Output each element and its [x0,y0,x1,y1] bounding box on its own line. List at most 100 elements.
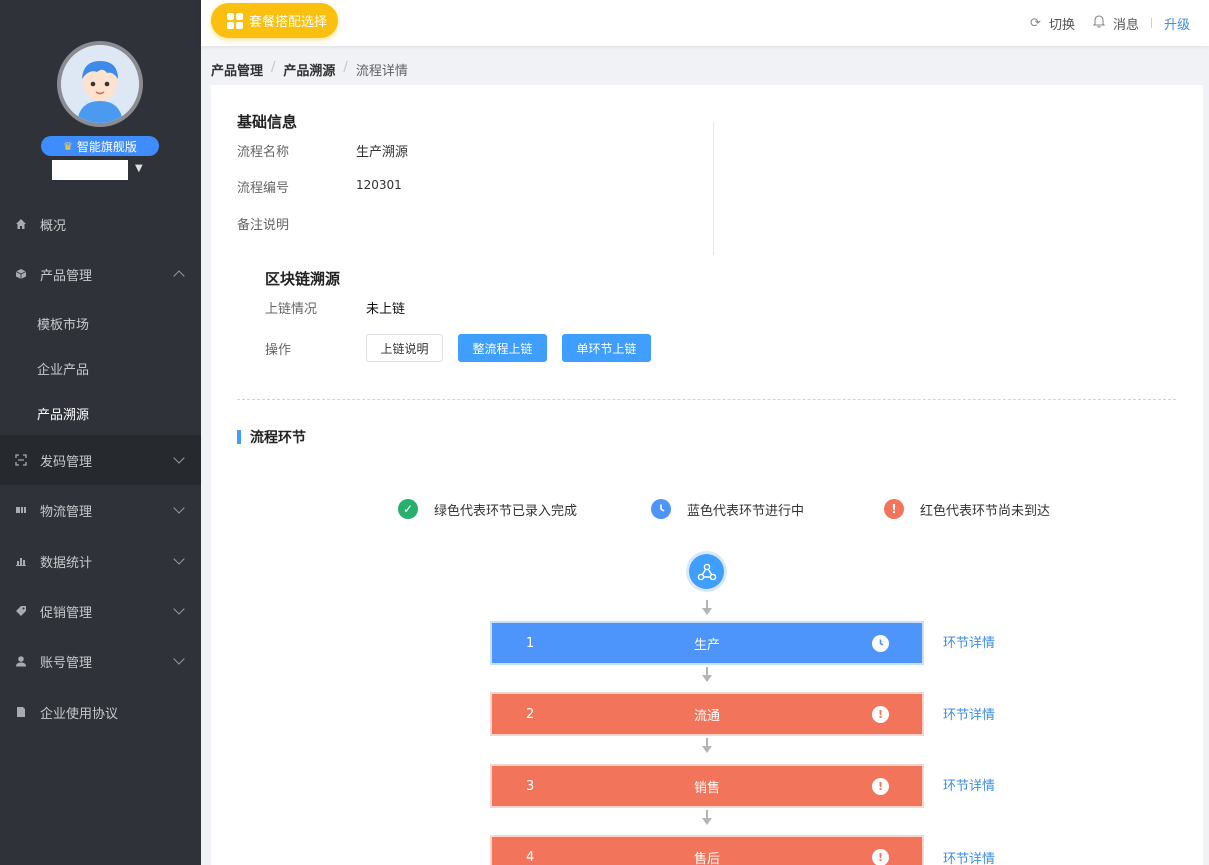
menu-item-code-management[interactable]: 发码管理 [0,435,201,485]
step-name: 生产 [693,637,720,653]
flow-start-icon [689,554,724,589]
sidebar: ♛ 智能旗舰版 ▼ 概况 产品管理 模板市场 企业产品 产品溯源 发码管理 物流… [0,0,201,865]
top-bar: 套餐搭配选择 ⟳ 切换 消息 升级 [201,0,1209,46]
menu-item-promotion[interactable]: 促销管理 [0,586,201,636]
home-icon [15,218,27,230]
arrow-down-icon [702,738,712,754]
breadcrumb-separator: / [271,60,276,75]
document-icon [15,706,27,718]
legend-done-text: 绿色代表环节已录入完成 [434,503,578,519]
menu-item-overview[interactable]: 概况 [0,199,201,249]
chain-status-label: 上链情况 [265,302,318,317]
truck-icon [15,504,27,516]
box-icon [15,268,27,280]
arrow-down-icon [702,810,712,826]
menu-label: 概况 [40,218,67,234]
step-2-details-link[interactable]: 环节详情 [943,704,995,723]
package-select-button[interactable]: 套餐搭配选择 [211,3,338,38]
chevron-down-icon [173,653,185,665]
breadcrumb-product-management[interactable]: 产品管理 [211,60,263,79]
menu-item-statistics[interactable]: 数据统计 [0,536,201,586]
refresh-icon[interactable]: ⟳ [1030,16,1041,31]
menu-item-logistics[interactable]: 物流管理 [0,485,201,535]
exclamation-icon: ! [872,849,889,865]
legend-in-progress-text: 蓝色代表环节进行中 [687,503,805,519]
legend-done: ✓ 绿色代表环节已录入完成 [398,499,577,519]
clock-icon [651,499,671,519]
breadcrumb-product-traceability[interactable]: 产品溯源 [283,60,335,79]
chain-status-value: 未上链 [366,302,406,317]
legend-in-progress: 蓝色代表环节进行中 [651,499,804,519]
edition-label: 智能旗舰版 [76,139,137,154]
flow-name-value: 生产溯源 [356,145,409,160]
legend-not-reached: ! 红色代表环节尚未到达 [884,499,1050,519]
arrow-down-icon [702,600,712,616]
submenu-label: 模板市场 [37,318,90,333]
submenu-product-traceability[interactable]: 产品溯源 [0,391,201,436]
exclamation-icon: ! [872,706,889,723]
scan-icon [15,454,27,466]
submenu-enterprise-products[interactable]: 企业产品 [0,346,201,391]
flow-step-4[interactable]: 4 售后 ! [492,837,922,865]
bell-icon[interactable] [1092,14,1106,32]
menu-item-account[interactable]: 账号管理 [0,636,201,686]
top-actions: ⟳ 切换 消息 升级 [1030,0,1190,46]
username-box[interactable] [52,160,128,180]
flow-step-1[interactable]: 1 生产 [492,623,922,663]
messages-link[interactable]: 消息 [1113,14,1139,33]
crown-icon: ♛ [63,139,73,153]
caret-down-icon[interactable]: ▼ [135,163,143,174]
flow-name-label: 流程名称 [237,145,290,160]
step-4-details-link[interactable]: 环节详情 [943,848,995,865]
blockchain-title: 区块链溯源 [265,270,341,288]
upgrade-link[interactable]: 升级 [1164,14,1190,33]
menu-label: 企业使用协议 [40,706,119,722]
package-button-label: 套餐搭配选择 [249,15,328,30]
chain-single-step-button[interactable]: 单环节上链 [562,334,651,362]
chain-instructions-button[interactable]: 上链说明 [366,334,443,362]
avatar[interactable] [57,41,143,127]
chevron-down-icon [173,452,185,464]
legend-not-reached-text: 红色代表环节尚未到达 [920,503,1051,519]
chart-icon [15,555,27,567]
menu-label: 产品管理 [40,268,93,284]
menu-label: 物流管理 [40,504,93,520]
flow-code-label: 流程编号 [237,181,290,196]
step-3-details-link[interactable]: 环节详情 [943,775,995,794]
submenu-template-market[interactable]: 模板市场 [0,301,201,346]
chevron-down-icon [173,553,185,565]
section-divider [237,399,1176,400]
divider [713,122,714,255]
submenu-label: 产品溯源 [37,408,90,423]
step-name: 售后 [693,851,720,865]
switch-link[interactable]: 切换 [1049,14,1075,33]
menu-label: 账号管理 [40,655,93,671]
avatar-illustration-icon [61,45,139,123]
submenu-label: 企业产品 [37,363,90,378]
menu-label: 数据统计 [40,555,93,571]
exclamation-icon: ! [872,778,889,795]
menu-item-product-management[interactable]: 产品管理 [0,249,201,299]
exclamation-icon: ! [884,499,904,519]
grid-icon [227,12,243,29]
divider [1150,18,1152,28]
menu-item-agreement[interactable]: 企业使用协议 [0,687,201,737]
detail-card: 基础信息 流程名称 生产溯源 流程编号 120301 备注说明 区块链溯源 上链… [211,85,1203,865]
breadcrumb: 产品管理 / 产品溯源 / 流程详情 [211,60,408,79]
flow-code-value: 120301 [356,178,402,192]
note-label: 备注说明 [237,218,290,233]
clock-icon [872,635,889,652]
arrow-down-icon [702,667,712,683]
flow-step-3[interactable]: 3 销售 ! [492,766,922,806]
flow-title-text: 流程环节 [250,430,306,446]
tag-icon [15,605,27,617]
basic-info-title: 基础信息 [237,113,298,131]
breadcrumb-current: 流程详情 [355,64,408,79]
check-circle-icon: ✓ [398,499,418,519]
chain-whole-flow-button[interactable]: 整流程上链 [458,334,547,362]
edition-badge: ♛ 智能旗舰版 [41,136,159,156]
breadcrumb-separator: / [343,60,348,75]
menu-label: 发码管理 [40,454,93,470]
flow-step-2[interactable]: 2 流通 ! [492,694,922,734]
step-1-details-link[interactable]: 环节详情 [943,632,995,651]
